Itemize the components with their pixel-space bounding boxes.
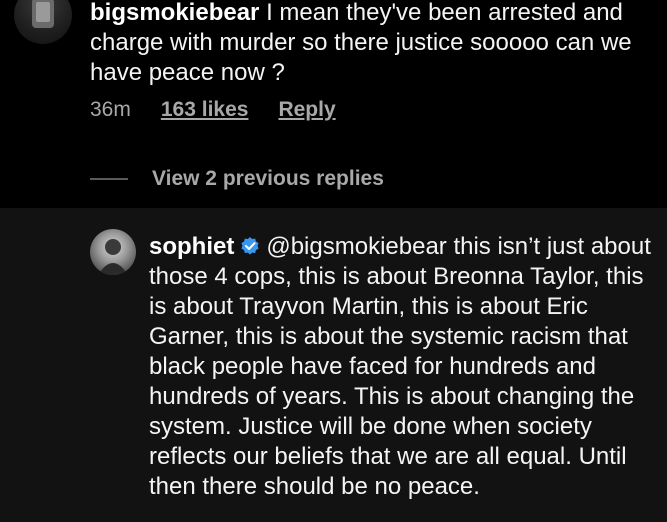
parent-comment-body: bigsmokiebear I mean they've been arrest… xyxy=(90,0,650,88)
user-avatar-image xyxy=(98,239,128,275)
parent-comment-section: bigsmokiebear I mean they've been arrest… xyxy=(0,0,667,208)
view-previous-replies-button[interactable]: View 2 previous replies xyxy=(90,167,384,191)
comment-timestamp: 36m xyxy=(90,98,131,121)
likes-count-link[interactable]: 163 likes xyxy=(161,98,249,122)
avatar[interactable] xyxy=(90,229,136,275)
comment-meta: 36m 163 likes Reply xyxy=(90,98,336,122)
comment-text: @bigsmokiebear this isn’t just about tho… xyxy=(149,233,658,500)
reply-comment-body: sophiet @bigsmokiebear this isn’t just ab… xyxy=(149,232,659,502)
user-avatar-image xyxy=(32,0,54,28)
verified-badge-icon xyxy=(241,237,259,255)
comment-username[interactable]: sophiet xyxy=(149,233,234,260)
reply-button[interactable]: Reply xyxy=(278,98,335,122)
comment-username[interactable]: bigsmokiebear xyxy=(90,0,259,26)
avatar[interactable] xyxy=(14,0,72,44)
view-replies-label: View 2 previous replies xyxy=(152,167,384,190)
replies-divider-line xyxy=(90,178,128,180)
